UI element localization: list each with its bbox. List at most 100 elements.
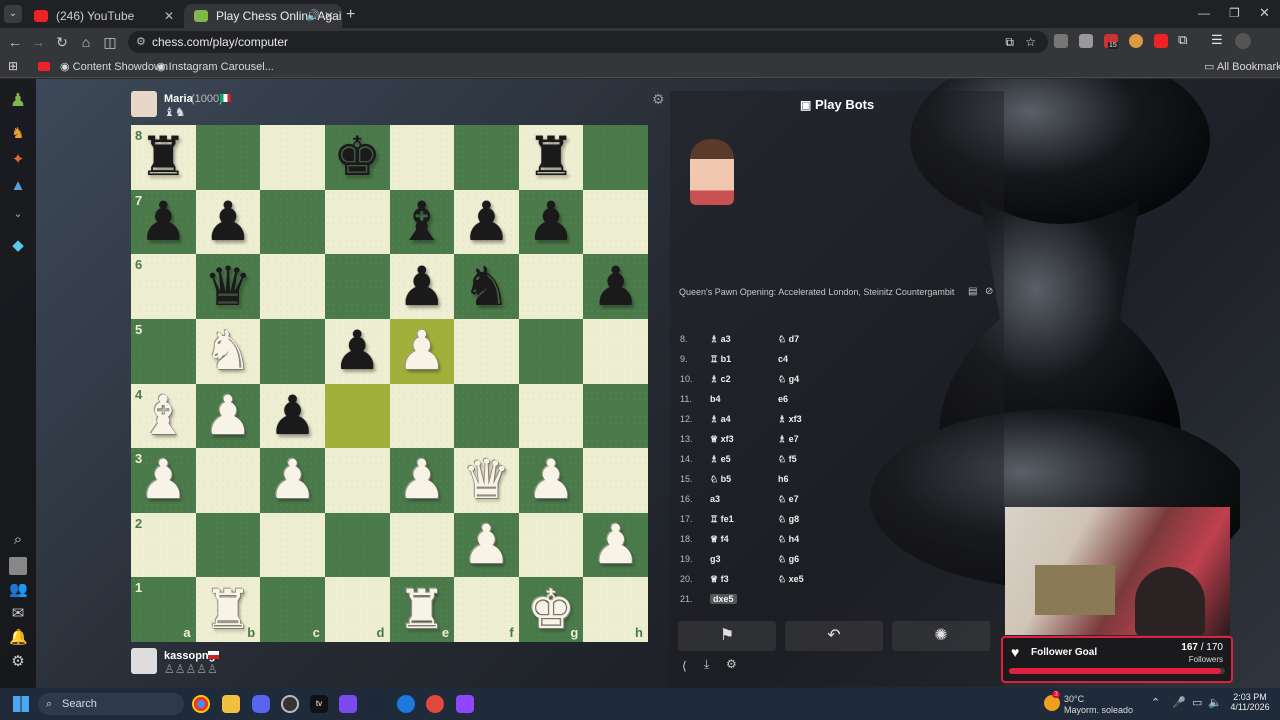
square-f2[interactable]: ♟	[454, 512, 519, 578]
square-b3[interactable]	[195, 448, 261, 513]
black-move[interactable]: ♘ f5	[778, 449, 797, 469]
black-knight-piece[interactable]: ♞	[462, 259, 510, 314]
minimize-button[interactable]: —	[1198, 6, 1210, 20]
square-c1[interactable]: c	[260, 577, 325, 642]
white-pawn-piece[interactable]: ♟	[462, 518, 510, 572]
square-g8[interactable]: ♜	[518, 125, 584, 190]
white-king-piece[interactable]: ♚	[527, 582, 575, 637]
tray-chevron-icon[interactable]: ⌃	[1151, 696, 1160, 709]
white-pawn-piece[interactable]: ♟	[591, 518, 639, 572]
opponent-avatar[interactable]	[131, 91, 157, 117]
white-pawn-piece[interactable]: ♟	[398, 324, 446, 378]
settings-icon[interactable]: ⚙	[9, 653, 27, 671]
board-settings-icon[interactable]: ⚙	[652, 91, 665, 108]
white-rook-piece[interactable]: ♜	[398, 582, 446, 637]
youtube-extension-icon[interactable]	[1154, 34, 1168, 48]
app-icon[interactable]	[426, 695, 444, 713]
white-move[interactable]: ♖ fe1	[710, 509, 734, 529]
bookmark-content-showdown[interactable]: ◉ Content Showdown	[60, 60, 168, 73]
square-b8[interactable]	[195, 125, 261, 190]
panel-settings-icon[interactable]: ⚙	[726, 657, 737, 671]
download-icon[interactable]: ⤓	[704, 657, 709, 672]
display-icon[interactable]: ▭	[1192, 696, 1202, 709]
black-pawn-piece[interactable]: ♟	[527, 194, 575, 249]
square-a3[interactable]: 3 ♟	[131, 448, 196, 513]
square-d8[interactable]: ♚	[324, 125, 390, 190]
square-c4[interactable]: ♟	[260, 383, 325, 449]
close-tab-icon[interactable]: ✕	[324, 4, 334, 28]
book-icon[interactable]: ▤	[968, 286, 977, 297]
reading-list-icon[interactable]: ☰	[1211, 32, 1223, 48]
white-bishop-piece[interactable]: ♝	[139, 388, 187, 443]
opponent-name[interactable]: Maria	[164, 93, 193, 105]
black-pawn-piece[interactable]: ♟	[398, 259, 446, 314]
resign-button[interactable]: ⚑	[678, 621, 776, 651]
white-move[interactable]: ♗ e5	[710, 449, 731, 469]
black-pawn-piece[interactable]: ♟	[591, 259, 639, 314]
black-move[interactable]: c4	[778, 349, 788, 369]
square-d6[interactable]	[324, 254, 390, 319]
square-g5[interactable]	[518, 318, 584, 384]
obs-icon[interactable]	[281, 695, 299, 713]
black-pawn-piece[interactable]: ♟	[333, 324, 381, 378]
black-pawn-piece[interactable]: ♟	[139, 194, 187, 249]
apple-tv-icon[interactable]: tv	[310, 695, 328, 713]
clock[interactable]: 2:03 PM 4/11/2026	[1226, 692, 1274, 712]
app-icon[interactable]	[397, 695, 415, 713]
square-a7[interactable]: 7 ♟	[131, 189, 196, 255]
square-a2[interactable]: 2	[131, 512, 196, 578]
square-b6[interactable]: ♛	[195, 254, 261, 319]
black-move[interactable]: ♘ e7	[778, 489, 799, 509]
black-pawn-piece[interactable]: ♟	[268, 388, 316, 443]
square-f7[interactable]: ♟	[454, 189, 519, 255]
bookmark-instagram[interactable]: ◉ Instagram Carousel...	[156, 60, 274, 73]
microphone-icon[interactable]: 🎤	[1172, 696, 1186, 709]
speaker-icon[interactable]: 🔊	[306, 4, 320, 28]
square-c6[interactable]	[260, 254, 325, 319]
square-c7[interactable]	[260, 189, 325, 255]
chess-com-logo-icon[interactable]: ♟	[9, 91, 27, 109]
black-pawn-piece[interactable]: ♟	[462, 194, 510, 249]
reload-button[interactable]: ↻	[51, 31, 73, 53]
square-h2[interactable]: ♟	[583, 512, 648, 578]
black-move[interactable]: ♘ g8	[778, 509, 799, 529]
square-h1[interactable]: h	[583, 577, 648, 642]
square-b5[interactable]: ♞	[195, 318, 261, 384]
white-queen-piece[interactable]: ♛	[462, 453, 510, 507]
close-window-button[interactable]: ✕	[1259, 5, 1270, 21]
share-icon[interactable]: ⟨	[682, 659, 687, 673]
white-pawn-piece[interactable]: ♟	[204, 388, 252, 443]
square-h5[interactable]	[583, 318, 648, 384]
learn-icon[interactable]: ▲	[9, 177, 27, 195]
black-move[interactable]: e6	[778, 389, 788, 409]
square-g2[interactable]	[518, 512, 584, 578]
takeback-button[interactable]: ↶	[785, 621, 883, 651]
white-pawn-piece[interactable]: ♟	[527, 453, 575, 507]
black-move[interactable]: ♘ h4	[778, 529, 799, 549]
square-d4[interactable]	[324, 383, 390, 449]
square-f1[interactable]: f	[454, 577, 519, 642]
square-g1[interactable]: g ♚	[518, 577, 584, 642]
hint-button[interactable]: ✺	[892, 621, 990, 651]
white-move[interactable]: ♗ a3	[710, 329, 731, 349]
square-g4[interactable]	[518, 383, 584, 449]
back-button[interactable]: ←	[4, 31, 26, 53]
square-d2[interactable]	[324, 512, 390, 578]
player-avatar[interactable]	[131, 648, 157, 674]
messages-icon[interactable]: ✉	[9, 605, 27, 623]
square-d7[interactable]	[324, 189, 390, 255]
profile-avatar[interactable]	[1235, 33, 1251, 49]
file-explorer-icon[interactable]	[222, 695, 240, 713]
white-move[interactable]: ♖ b1	[710, 349, 731, 369]
white-move[interactable]: ♕ f3	[710, 569, 729, 589]
extension-icon[interactable]	[1129, 34, 1143, 48]
white-move[interactable]: ♗ a4	[710, 409, 731, 429]
white-knight-piece[interactable]: ♞	[204, 324, 252, 378]
apps-grid-icon[interactable]	[339, 695, 357, 713]
black-bishop-piece[interactable]: ♝	[398, 194, 446, 249]
square-e3[interactable]: ♟	[389, 448, 455, 513]
notifications-icon[interactable]: 🔔	[9, 629, 28, 647]
black-move[interactable]: ♘ g6	[778, 549, 799, 569]
square-a8[interactable]: 8 ♜	[131, 125, 196, 190]
white-move[interactable]: dxe5	[710, 589, 737, 609]
